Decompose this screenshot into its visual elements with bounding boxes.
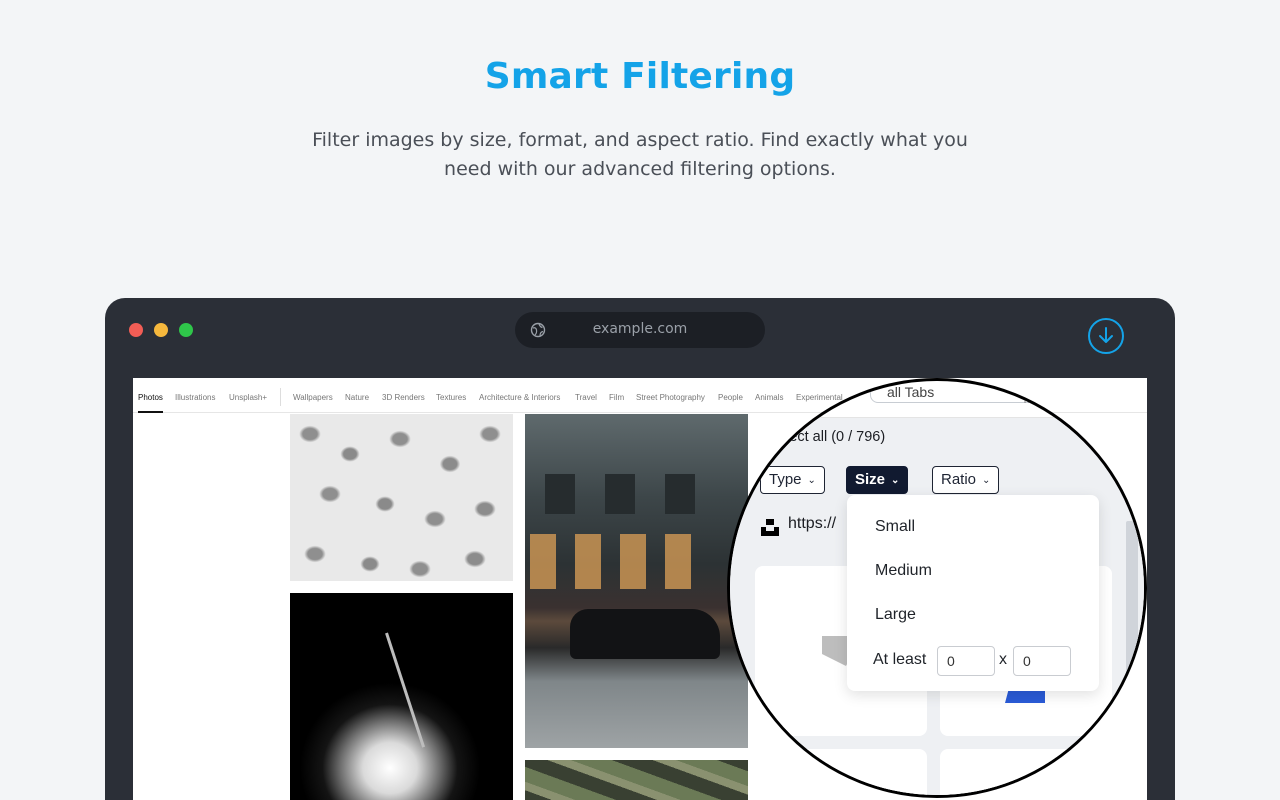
select-all-checkbox-label[interactable]: elect all (0 / 796) [778, 429, 885, 445]
filter-ratio-label: Ratio [941, 471, 977, 488]
size-option-medium[interactable]: Medium [875, 562, 932, 580]
photo-white-texture[interactable] [290, 414, 513, 581]
image-card[interactable] [940, 749, 1112, 795]
photo-shopfront [665, 534, 691, 589]
tab-nature[interactable]: Nature [345, 393, 369, 402]
chevron-down-icon: ⌄ [982, 475, 991, 486]
address-url: example.com [592, 321, 688, 337]
tab-street-photography[interactable]: Street Photography [636, 393, 705, 402]
photo-shopfront [530, 534, 556, 589]
maximize-window-button[interactable] [179, 323, 193, 337]
tab-textures[interactable]: Textures [436, 393, 466, 402]
source-url: https:// [788, 515, 837, 532]
image-card[interactable] [755, 749, 927, 795]
tab-travel[interactable]: Travel [575, 393, 597, 402]
filter-ratio-button[interactable]: Ratio ⌄ [932, 466, 1000, 494]
filter-type-button[interactable]: Type ⌄ [760, 466, 825, 494]
filter-size-label: Size [855, 471, 886, 488]
minimize-window-button[interactable] [154, 323, 168, 337]
tabs-divider [730, 417, 1144, 418]
active-tab-indicator [138, 411, 163, 413]
photo-dark-sphere[interactable] [290, 593, 513, 800]
tab-unsplash-plus[interactable]: Unsplash+ [229, 393, 267, 402]
hero-subtitle: Filter images by size, format, and aspec… [312, 129, 968, 180]
photo-shopfront [575, 534, 601, 589]
tab-film[interactable]: Film [609, 393, 624, 402]
close-window-button[interactable] [129, 323, 143, 337]
photo-street-car[interactable] [525, 414, 748, 748]
photo-window [545, 474, 575, 514]
size-option-small[interactable]: Small [875, 518, 915, 536]
photo-light-beam [385, 632, 426, 748]
tab-architecture[interactable]: Architecture & Interiors [479, 393, 560, 402]
tabs-selector-label: all Tabs [887, 384, 935, 400]
photo-window [605, 474, 635, 514]
unsplash-logo-icon [761, 519, 779, 536]
tab-photos[interactable]: Photos [138, 393, 163, 402]
photo-plants[interactable] [525, 760, 748, 800]
photo-shopfront [620, 534, 646, 589]
chevron-down-icon: ⌄ [807, 475, 816, 486]
photo-window [665, 474, 695, 514]
address-bar[interactable]: example.com [515, 312, 765, 348]
photo-car [570, 609, 720, 659]
tab-illustrations[interactable]: Illustrations [175, 393, 215, 402]
download-button[interactable] [1088, 318, 1124, 354]
tab-health-wellness[interactable]: Health & Wellness [1024, 396, 1089, 405]
download-icon [1099, 327, 1113, 343]
size-option-large[interactable]: Large [875, 606, 916, 624]
chevron-down-icon: ⌄ [891, 475, 900, 486]
tab-divider [280, 388, 281, 406]
min-height-input[interactable]: 0 [1013, 646, 1071, 676]
scrollbar[interactable] [1126, 521, 1138, 761]
dimension-separator: x [999, 651, 1007, 668]
at-least-label: At least [873, 651, 927, 668]
magnifier-lens: all Tabs Health & Wellness elect all (0 … [727, 378, 1147, 798]
min-width-input[interactable]: 0 [937, 646, 995, 676]
filter-size-button[interactable]: Size ⌄ [846, 466, 909, 494]
size-dropdown-menu: Small Medium Large At least 0 x 0 [847, 495, 1099, 691]
hero-title: Smart Filtering [484, 56, 796, 97]
tab-3d-renders[interactable]: 3D Renders [382, 393, 425, 402]
tab-wallpapers[interactable]: Wallpapers [293, 393, 333, 402]
filter-type-label: Type [769, 471, 802, 488]
